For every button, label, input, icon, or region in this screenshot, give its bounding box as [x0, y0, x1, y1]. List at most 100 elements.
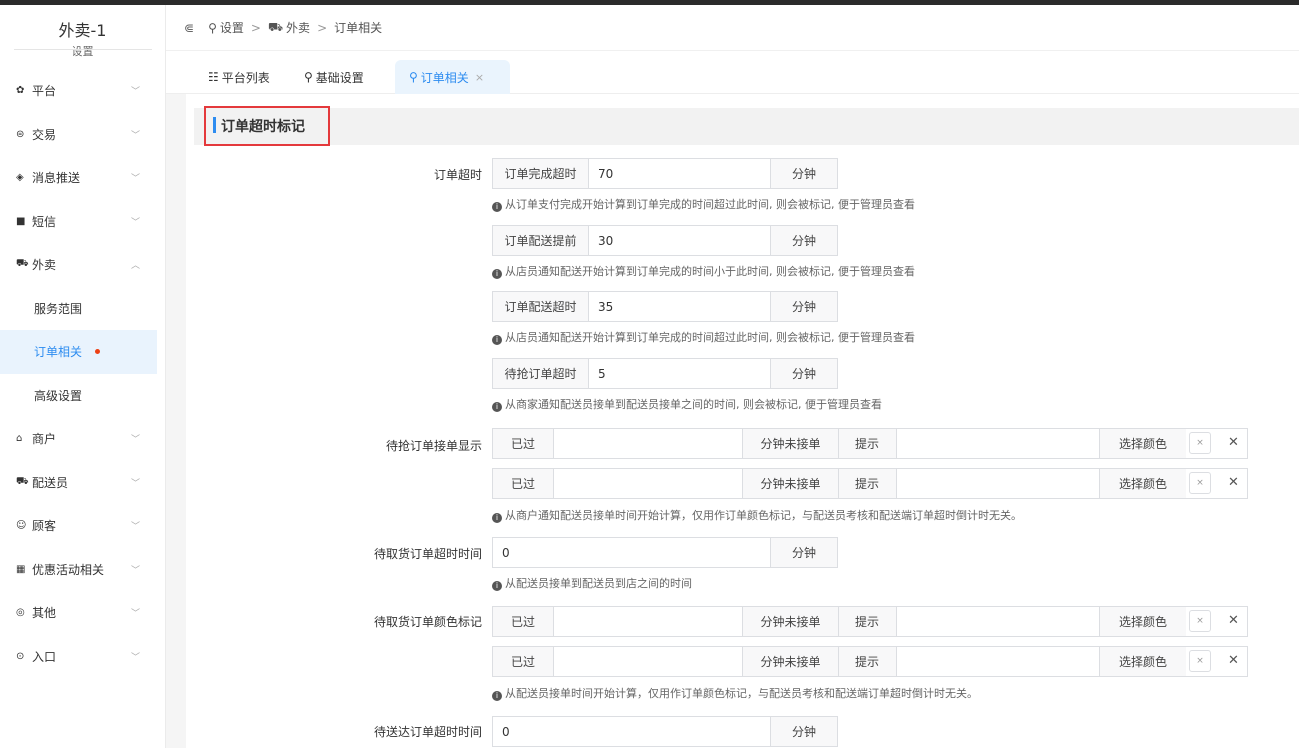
info-icon: i — [492, 581, 502, 591]
sidebar-subitem-order[interactable]: 订单相关 — [0, 330, 157, 374]
clear-color-icon[interactable]: ✕ — [1228, 653, 1239, 668]
sidebar-item-sms[interactable]: ■ 短信 ﹀ — [0, 200, 165, 244]
input-prefix: 订单配送超时 — [493, 292, 588, 321]
sidebar-item-customer[interactable]: ☺ 顾客 ﹀ — [0, 504, 165, 548]
other-icon: ◎ — [16, 607, 25, 619]
input-addon: 分钟未接单 — [743, 607, 838, 636]
input-suffix: 分钟 — [771, 359, 837, 388]
tab-label: 订单相关 — [420, 70, 469, 85]
sidebar-item-trade[interactable]: ⊜ 交易 ﹀ — [0, 113, 165, 157]
section-accent — [213, 117, 216, 133]
input-addon: 提示 — [838, 469, 896, 498]
sidebar-item-label: 商户 — [32, 432, 57, 447]
input-addon: 分钟未接单 — [743, 469, 838, 498]
sidebar-item-label: 配送员 — [32, 475, 69, 490]
hint-text: i 从配送员接单到配送员到店之间的时间 — [492, 575, 692, 591]
info-icon: i — [492, 335, 502, 345]
order-timeout-label: 订单超时 — [433, 168, 482, 182]
color-picker[interactable]: × — [1189, 432, 1211, 454]
delivery-timeout-field[interactable]: 0 — [493, 717, 771, 746]
input-prefix: 已过 — [493, 429, 553, 458]
color-picker[interactable]: × — [1189, 650, 1211, 672]
section-header — [194, 108, 1299, 145]
input-suffix: 选择颜色 — [1100, 647, 1186, 676]
sidebar-item-other[interactable]: ◎ 其他 ﹀ — [0, 591, 165, 635]
grab-color-rule-row: 已过 分钟未接单 提示 选择颜色 — [492, 468, 1187, 499]
delivery-timeout-label: 待送达订单超时时间 — [373, 725, 482, 739]
order-delivery-early-field[interactable]: 30 — [588, 226, 771, 255]
pickup-timeout-field[interactable]: 0 — [493, 538, 771, 567]
close-icon[interactable]: × — [475, 71, 484, 84]
sidebar: 外卖-1 设置 ✿ 平台 ﹀ ⊜ 交易 ﹀ ◈ 消息推送 ﹀ ■ 短信 ﹀ ⛟ 外卖 ︿ 服务范围 … — [0, 5, 166, 748]
input-prefix: 已过 — [493, 647, 553, 676]
pickup-tip-field[interactable] — [896, 607, 1100, 636]
order-complete-timeout-input: 订单完成超时 70 分钟 — [492, 158, 838, 189]
sidebar-item-label: 外卖 — [32, 258, 57, 273]
hint-text: i 从订单支付完成开始计算到订单完成的时间超过此时间, 则会被标记, 便于管理员查… — [492, 196, 915, 212]
rider-icon: ⛟ — [16, 475, 29, 487]
sidebar-subitem-advanced[interactable]: 高级设置 — [0, 374, 165, 418]
grab-minutes-field[interactable] — [553, 469, 743, 498]
hint-text: i 从商家通知配送员接单到配送员接单之间的时间, 则会被标记, 便于管理员查看 — [492, 396, 882, 412]
active-dot — [95, 349, 100, 354]
input-suffix: 分钟 — [771, 226, 837, 255]
input-prefix: 订单完成超时 — [493, 159, 588, 188]
sidebar-item-message[interactable]: ◈ 消息推送 ﹀ — [0, 156, 165, 200]
grab-order-timeout-input: 待抢订单超时 5 分钟 — [492, 358, 838, 389]
info-icon: i — [492, 269, 502, 279]
clear-color-icon[interactable]: ✕ — [1228, 475, 1239, 490]
clear-color-icon[interactable]: ✕ — [1228, 435, 1239, 450]
chevron-down-icon: ﹀ — [131, 565, 141, 576]
color-picker[interactable]: × — [1189, 472, 1211, 494]
pickup-minutes-field[interactable] — [553, 647, 743, 676]
gift-icon: ▦ — [16, 563, 26, 575]
clear-color-icon[interactable]: ✕ — [1228, 613, 1239, 628]
input-suffix: 选择颜色 — [1100, 607, 1186, 636]
gear-icon: ✿ — [16, 85, 25, 97]
input-prefix: 待抢订单超时 — [493, 359, 588, 388]
pickup-color-rule-row: 已过 分钟未接单 提示 选择颜色 — [492, 646, 1187, 677]
breadcrumb-takeout[interactable]: 外卖 — [286, 19, 310, 36]
sidebar-item-promotion[interactable]: ▦ 优惠活动相关 ﹀ — [0, 548, 165, 592]
message-icon: ◈ — [16, 172, 24, 184]
sidebar-item-rider[interactable]: ⛟ 配送员 ﹀ — [0, 461, 165, 505]
entry-icon: ⊙ — [16, 650, 25, 662]
collapse-menu-icon[interactable]: ⋐ — [184, 21, 194, 35]
pickup-minutes-field[interactable] — [553, 607, 743, 636]
tab-label: 平台列表 — [221, 70, 270, 85]
grab-tip-field[interactable] — [896, 469, 1100, 498]
grab-minutes-field[interactable] — [553, 429, 743, 458]
order-delivery-timeout-field[interactable]: 35 — [588, 292, 771, 321]
tab-label: 基础设置 — [315, 70, 364, 85]
sidebar-item-entry[interactable]: ⊙ 入口 ﹀ — [0, 635, 165, 679]
sidebar-subitem-service-area[interactable]: 服务范围 — [0, 287, 165, 331]
list-icon: ☷ — [208, 70, 219, 84]
input-suffix: 选择颜色 — [1100, 469, 1186, 498]
sidebar-item-label: 入口 — [32, 649, 57, 664]
breadcrumb-settings[interactable]: 设置 — [220, 19, 244, 36]
sidebar-item-label: 短信 — [32, 214, 57, 229]
brand-subtitle: 设置 — [71, 45, 94, 58]
grab-tip-field[interactable] — [896, 429, 1100, 458]
breadcrumb-bar: ⋐ ⚲ 设置 > ⛟ 外卖 > 订单相关 — [166, 5, 1299, 51]
input-addon: 提示 — [838, 607, 896, 636]
tab-platform-list[interactable]: ☷ 平台列表 — [194, 60, 284, 94]
takeout-icon: ⛟ — [16, 258, 29, 270]
order-delivery-timeout-input: 订单配送超时 35 分钟 — [492, 291, 838, 322]
tab-order[interactable]: ⚲ 订单相关 × — [395, 60, 510, 94]
color-picker[interactable]: × — [1189, 610, 1211, 632]
chevron-down-icon: ﹀ — [131, 478, 141, 489]
order-complete-timeout-field[interactable]: 70 — [588, 159, 771, 188]
sidebar-item-platform[interactable]: ✿ 平台 ﹀ — [0, 69, 165, 113]
shop-icon: ⌂ — [16, 433, 23, 445]
sidebar-item-takeout[interactable]: ⛟ 外卖 ︿ — [0, 243, 165, 287]
sidebar-item-shop[interactable]: ⌂ 商户 ﹀ — [0, 417, 165, 461]
customer-icon: ☺ — [16, 520, 27, 532]
hint-text: i 从店员通知配送开始计算到订单完成的时间超过此时间, 则会被标记, 便于管理员查… — [492, 329, 915, 345]
brand: 外卖-1 设置 — [0, 5, 165, 67]
tab-basic-settings[interactable]: ⚲ 基础设置 — [290, 60, 378, 94]
chevron-down-icon: ﹀ — [131, 609, 141, 620]
pickup-tip-field[interactable] — [896, 647, 1100, 676]
sidebar-item-label: 交易 — [32, 127, 57, 142]
grab-order-timeout-field[interactable]: 5 — [588, 359, 771, 388]
